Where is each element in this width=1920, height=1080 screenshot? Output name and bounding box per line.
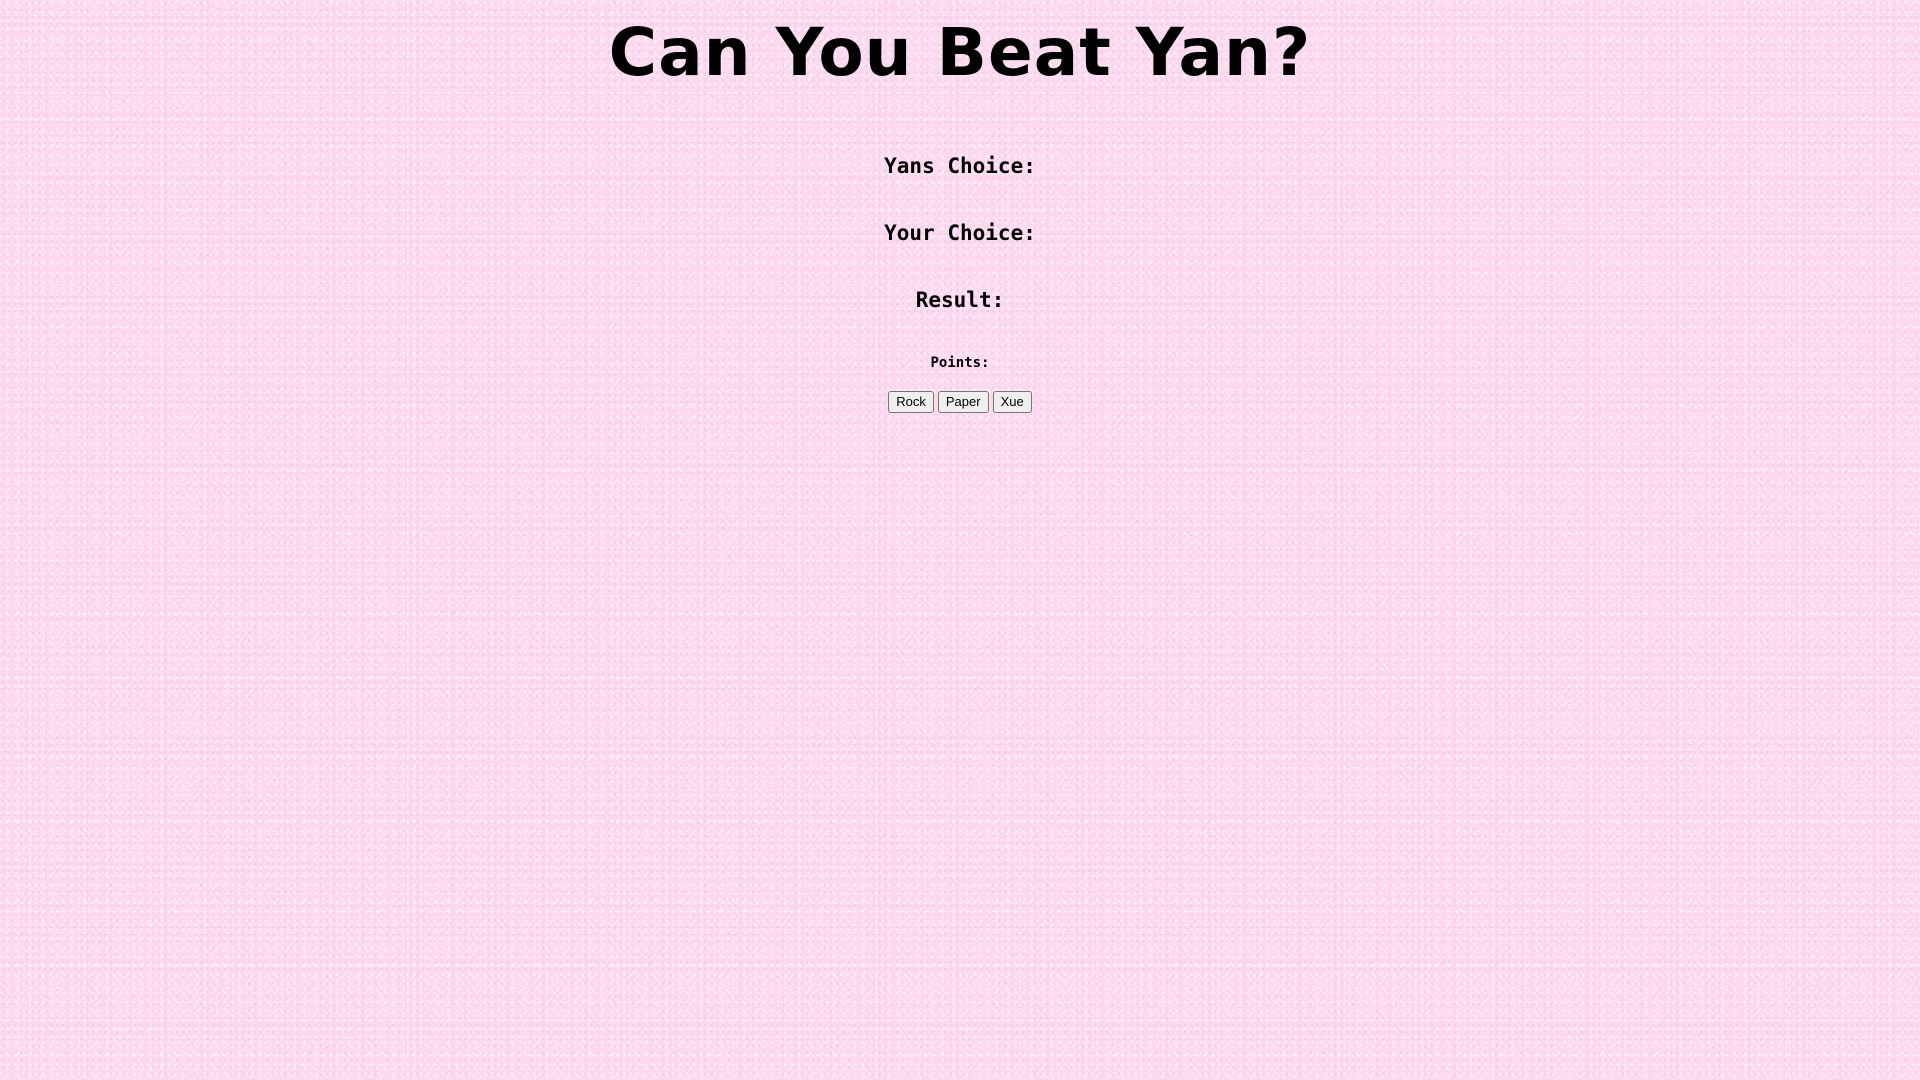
points-label: Points: <box>930 355 990 371</box>
paper-button[interactable]: Paper <box>937 391 989 413</box>
xue-button[interactable]: Xue <box>992 391 1032 413</box>
yans-choice-label: Yans Choice: <box>884 154 1036 178</box>
choice-buttons: Rock Paper Xue <box>0 391 1920 413</box>
result-label: Result: <box>915 288 1005 312</box>
game-page: Can You Beat Yan? Yans Choice: Your Choi… <box>0 0 1920 1080</box>
page-title: Can You Beat Yan? <box>608 14 1312 91</box>
rock-button[interactable]: Rock <box>888 391 934 413</box>
your-choice-label: Your Choice: <box>884 221 1036 245</box>
